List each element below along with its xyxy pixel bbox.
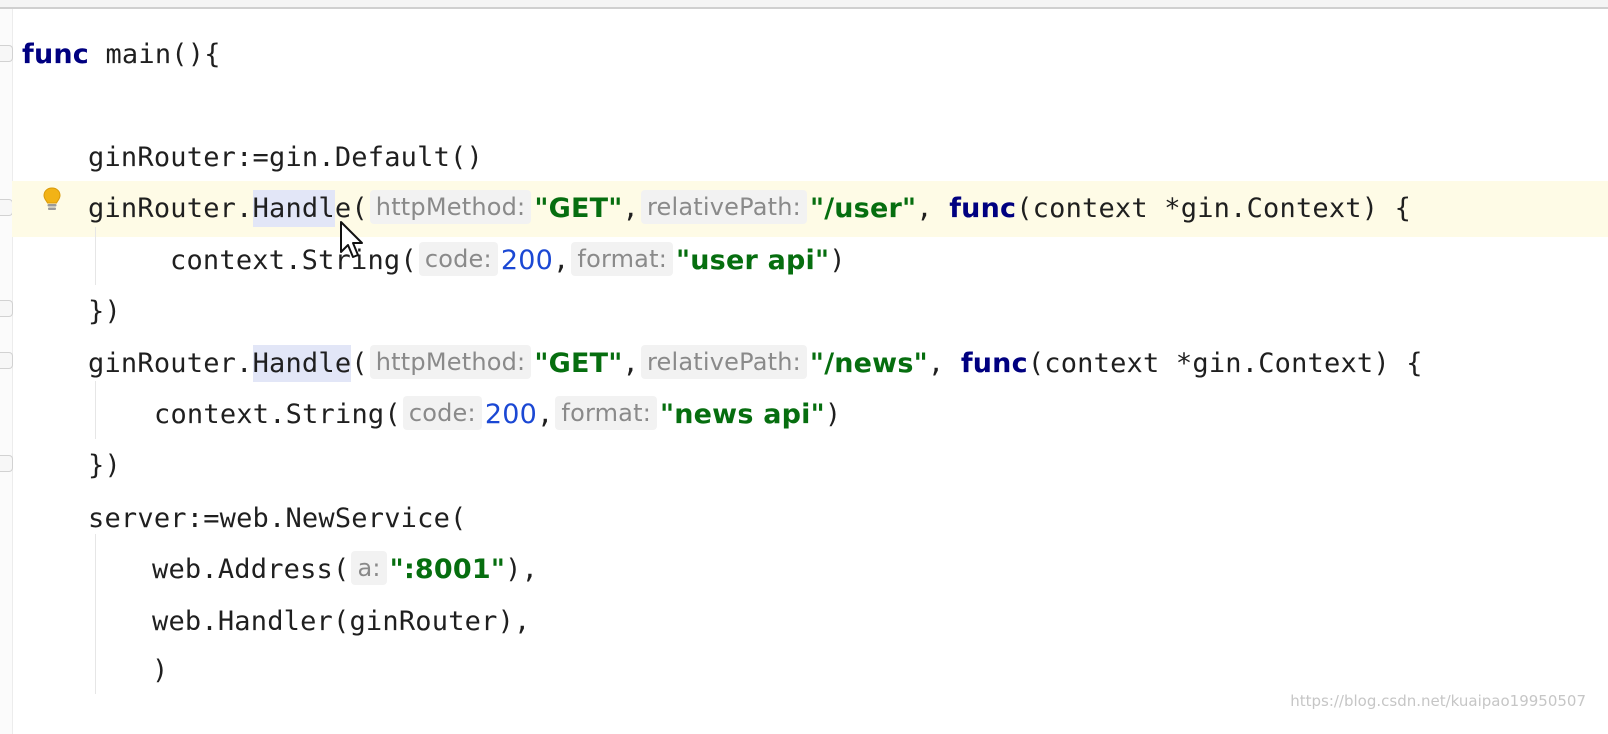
number-literal: 200 xyxy=(484,399,537,430)
param-hint-code: code: xyxy=(402,396,482,430)
param-hint-relativepath: relativePath: xyxy=(641,190,807,224)
param-hint-format: format: xyxy=(571,242,673,276)
keyword-func: func xyxy=(22,39,89,70)
code-line-web-handler[interactable]: web.Handler(ginRouter), xyxy=(152,602,530,642)
code-line-new-service[interactable]: server:=web.NewService( xyxy=(88,499,466,539)
fold-marker-main[interactable] xyxy=(0,45,13,62)
lightbulb-icon[interactable] xyxy=(42,186,62,218)
number-literal: 200 xyxy=(500,245,553,276)
fold-marker-close-news[interactable] xyxy=(0,455,13,472)
param-hint-code: code: xyxy=(418,242,498,276)
code-line-close-user[interactable]: }) xyxy=(88,292,121,332)
param-hint-relativepath: relativePath: xyxy=(640,345,807,379)
code-line-func-main[interactable]: func main(){ xyxy=(22,35,221,75)
code-line-gin-default[interactable]: ginRouter:=gin.Default() xyxy=(88,138,483,178)
param-hint-httpmethod: httpMethod: xyxy=(369,345,532,379)
indent-guide xyxy=(95,381,96,439)
string-literal: ":8001" xyxy=(389,554,506,585)
watermark-url: https://blog.csdn.net/kuaipao19950507 xyxy=(1290,692,1586,710)
code-text: ginRouter:=gin.Default() xyxy=(88,142,483,173)
code-line-handle-user[interactable]: ginRouter.Handle(httpMethod: "GET", relati… xyxy=(88,189,1411,229)
fold-marker-handle-news[interactable] xyxy=(0,352,13,369)
code-text: ginRouter. xyxy=(88,193,253,224)
code-line-string-user[interactable]: context.String(code: 200, format: "user api… xyxy=(170,241,846,281)
code-editor[interactable]: func main(){ ginRouter:=gin.Default() gi… xyxy=(0,9,1608,734)
string-literal: "GET" xyxy=(534,193,623,224)
code-line-handle-news[interactable]: ginRouter.Handle(httpMethod: "GET", relati… xyxy=(88,344,1423,384)
fold-marker-close-user[interactable] xyxy=(0,300,13,317)
string-literal: "news api" xyxy=(659,399,825,430)
string-literal: "/news" xyxy=(809,348,928,379)
param-hint-httpmethod: httpMethod: xyxy=(369,190,532,224)
string-literal: "user api" xyxy=(675,245,830,276)
indent-guide xyxy=(95,534,96,694)
code-line-web-address[interactable]: web.Address(a: ":8001"), xyxy=(152,550,538,590)
param-hint-format: format: xyxy=(555,396,657,430)
string-literal: "GET" xyxy=(534,348,623,379)
editor-gutter[interactable] xyxy=(0,9,13,734)
code-line-close-service[interactable]: ) xyxy=(152,651,168,691)
code-line-string-news[interactable]: context.String(code: 200, format: "news api… xyxy=(154,395,841,435)
string-literal: "/user" xyxy=(809,193,917,224)
code-line-close-news[interactable]: }) xyxy=(88,446,121,486)
code-text: main(){ xyxy=(89,39,221,70)
editor-top-border xyxy=(0,0,1608,9)
highlighted-identifier-handle: Handl xyxy=(252,190,335,227)
indent-guide xyxy=(95,227,96,285)
highlighted-identifier-handle: Handle xyxy=(252,345,352,382)
keyword-func: func xyxy=(960,348,1028,379)
keyword-func: func xyxy=(949,193,1017,224)
mouse-cursor-icon xyxy=(340,221,363,258)
param-hint-a: a: xyxy=(351,551,387,585)
